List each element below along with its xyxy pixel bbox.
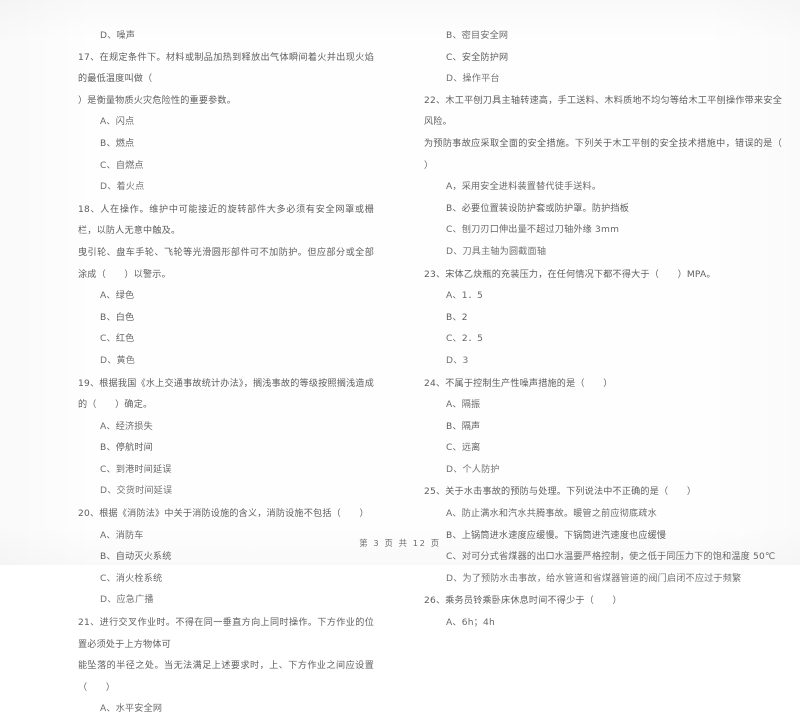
question-18: 18、人在操作。维护中可能接近的旋转部件大多必须有安全网罩或栅栏，以防人无意中触… — [78, 200, 374, 373]
scanned-exam-page: D、噪声 17、在规定条件下。材料或制品加热到释放出气体瞬间着火并出现火焰的最低… — [0, 0, 800, 714]
question-25-option-a: A、防止满水和汽水共腾事故。暖管之前应彻底疏水 — [446, 509, 657, 520]
two-column-body: D、噪声 17、在规定条件下。材料或制品加热到释放出气体瞬间着火并出现火焰的最低… — [0, 26, 800, 714]
question-17-option-b: B、燃点 — [100, 138, 135, 149]
question-24-option-c: C、远离 — [446, 443, 481, 454]
question-21-option-d: D、操作平台 — [446, 74, 500, 85]
question-23: 23、宋体乙炔瓶的充装压力，在任何情况下都不得大于（ ）MPA。 A、1．5 B… — [414, 265, 782, 373]
question-17-option-d: D、着火点 — [100, 182, 145, 193]
question-24-option-b: B、隔声 — [446, 421, 481, 432]
question-26-option-a: A、6h；4h — [446, 618, 495, 629]
question-22-text: 22、木工平刨刀具主轴转速高，手工送料、木料质地不均匀等给木工平刨操作带来安全风… — [424, 95, 782, 171]
question-19-option-c: C、到港时间延误 — [100, 464, 172, 475]
question-19-option-b: B、停航时间 — [100, 443, 153, 454]
question-23-option-d: D、3 — [446, 355, 469, 366]
question-18-option-c: C、红色 — [100, 334, 135, 345]
question-17: 17、在规定条件下。材料或制品加热到释放出气体瞬间着火并出现火焰的最低温度叫做（… — [78, 48, 374, 199]
question-17-text: 17、在规定条件下。材料或制品加热到释放出气体瞬间着火并出现火焰的最低温度叫做（… — [78, 52, 374, 106]
question-18-option-d: D、黄色 — [100, 355, 136, 366]
question-20-option-b: B、自动灭火系统 — [100, 552, 172, 563]
question-21-option-b: B、密目安全网 — [446, 31, 509, 41]
question-19-text: 19、根据我国《水上交通事故统计办法》，搁浅事故的等级按照搁浅造成的（ ）确定。 — [78, 378, 374, 411]
question-23-option-b: B、2 — [446, 312, 468, 323]
question-18-option-b: B、白色 — [100, 312, 135, 323]
question-24-text: 24、不属于控制生产性噪声措施的是（ ） — [424, 378, 613, 389]
question-22: 22、木工平刨刀具主轴转速高，手工送料、木料质地不均匀等给木工平刨操作带来安全风… — [414, 91, 782, 264]
question-19: 19、根据我国《水上交通事故统计办法》，搁浅事故的等级按照搁浅造成的（ ）确定。… — [78, 374, 374, 504]
question-20-text: 20、根据《消防法》中关于消防设施的含义，消防设施不包括（ ） — [78, 509, 369, 520]
question-24-option-d: D、个人防护 — [446, 464, 500, 475]
question-26-text: 26、乘务员铃乘卧床休息时间不得少于（ ） — [424, 596, 622, 607]
question-22-option-d: D、刀具主轴为圆截面轴 — [446, 246, 547, 257]
question-20-option-c: C、消火栓系统 — [100, 573, 163, 584]
question-22-option-c: C、刨刀刃口伸出量不超过刀轴外缘 3mm — [446, 225, 620, 236]
question-26: 26、乘务员铃乘卧床休息时间不得少于（ ） A、6h；4h — [414, 591, 782, 634]
question-23-text: 23、宋体乙炔瓶的充装压力，在任何情况下都不得大于（ ）MPA。 — [424, 269, 716, 280]
question-22-option-b: B、必要位置装设防护套或防护罩。防护挡板 — [446, 203, 630, 214]
orphan-option: D、噪声 — [100, 31, 136, 41]
question-24: 24、不属于控制生产性噪声措施的是（ ） A、隔振 B、隔声 C、远离 D、个人… — [414, 374, 782, 482]
right-column: B、密目安全网 C、安全防护网 D、操作平台 22、木工平刨刀具主轴转速高，手工… — [400, 26, 800, 628]
question-20: 20、根据《消防法》中关于消防设施的含义，消防设施不包括（ ） A、消防车 B、… — [78, 504, 374, 612]
question-21-text: 21、进行交叉作业时。不得在同一垂直方向上同时操作。下方作业的位置必须处于上方物… — [78, 618, 374, 693]
question-25-text: 25、关于水击事故的预防与处理。下列说法中不正确的是（ ） — [424, 487, 697, 498]
question-25-option-d: D、为了预防水击事故，给水管道和省煤器管道的阀门启闭不应过于频繁 — [446, 573, 742, 584]
question-19-option-d: D、交货时间延误 — [100, 486, 173, 497]
question-18-option-a: A、绿色 — [100, 291, 135, 302]
page-footer: 第 3 页 共 12 页 — [359, 538, 441, 548]
question-24-option-a: A、隔振 — [446, 400, 481, 411]
question-23-option-c: C、2．5 — [446, 334, 484, 345]
left-column: D、噪声 17、在规定条件下。材料或制品加热到释放出气体瞬间着火并出现火焰的最低… — [0, 26, 400, 714]
question-23-option-a: A、1．5 — [446, 291, 483, 302]
question-21-option-a: A、水平安全网 — [100, 704, 163, 715]
question-17-option-a: A、闪点 — [100, 117, 135, 128]
question-20-option-d: D、应急广播 — [100, 595, 154, 606]
question-17-option-c: C、自燃点 — [100, 160, 144, 171]
question-22-option-a: A，采用安全进料装置替代徒手送料。 — [446, 182, 602, 193]
question-19-option-a: A、经济损失 — [100, 421, 153, 432]
question-21-option-c: C、安全防护网 — [446, 52, 509, 63]
question-18-text: 18、人在操作。维护中可能接近的旋转部件大多必须有安全网罩或栅栏，以防人无意中触… — [78, 204, 374, 280]
question-21: 21、进行交叉作业时。不得在同一垂直方向上同时操作。下方作业的位置必须处于上方物… — [78, 613, 374, 721]
question-25-option-c: C、对可分式省煤器的出口水温要严格控制，使之低于同压力下的饱和温度 50℃ — [446, 552, 776, 563]
